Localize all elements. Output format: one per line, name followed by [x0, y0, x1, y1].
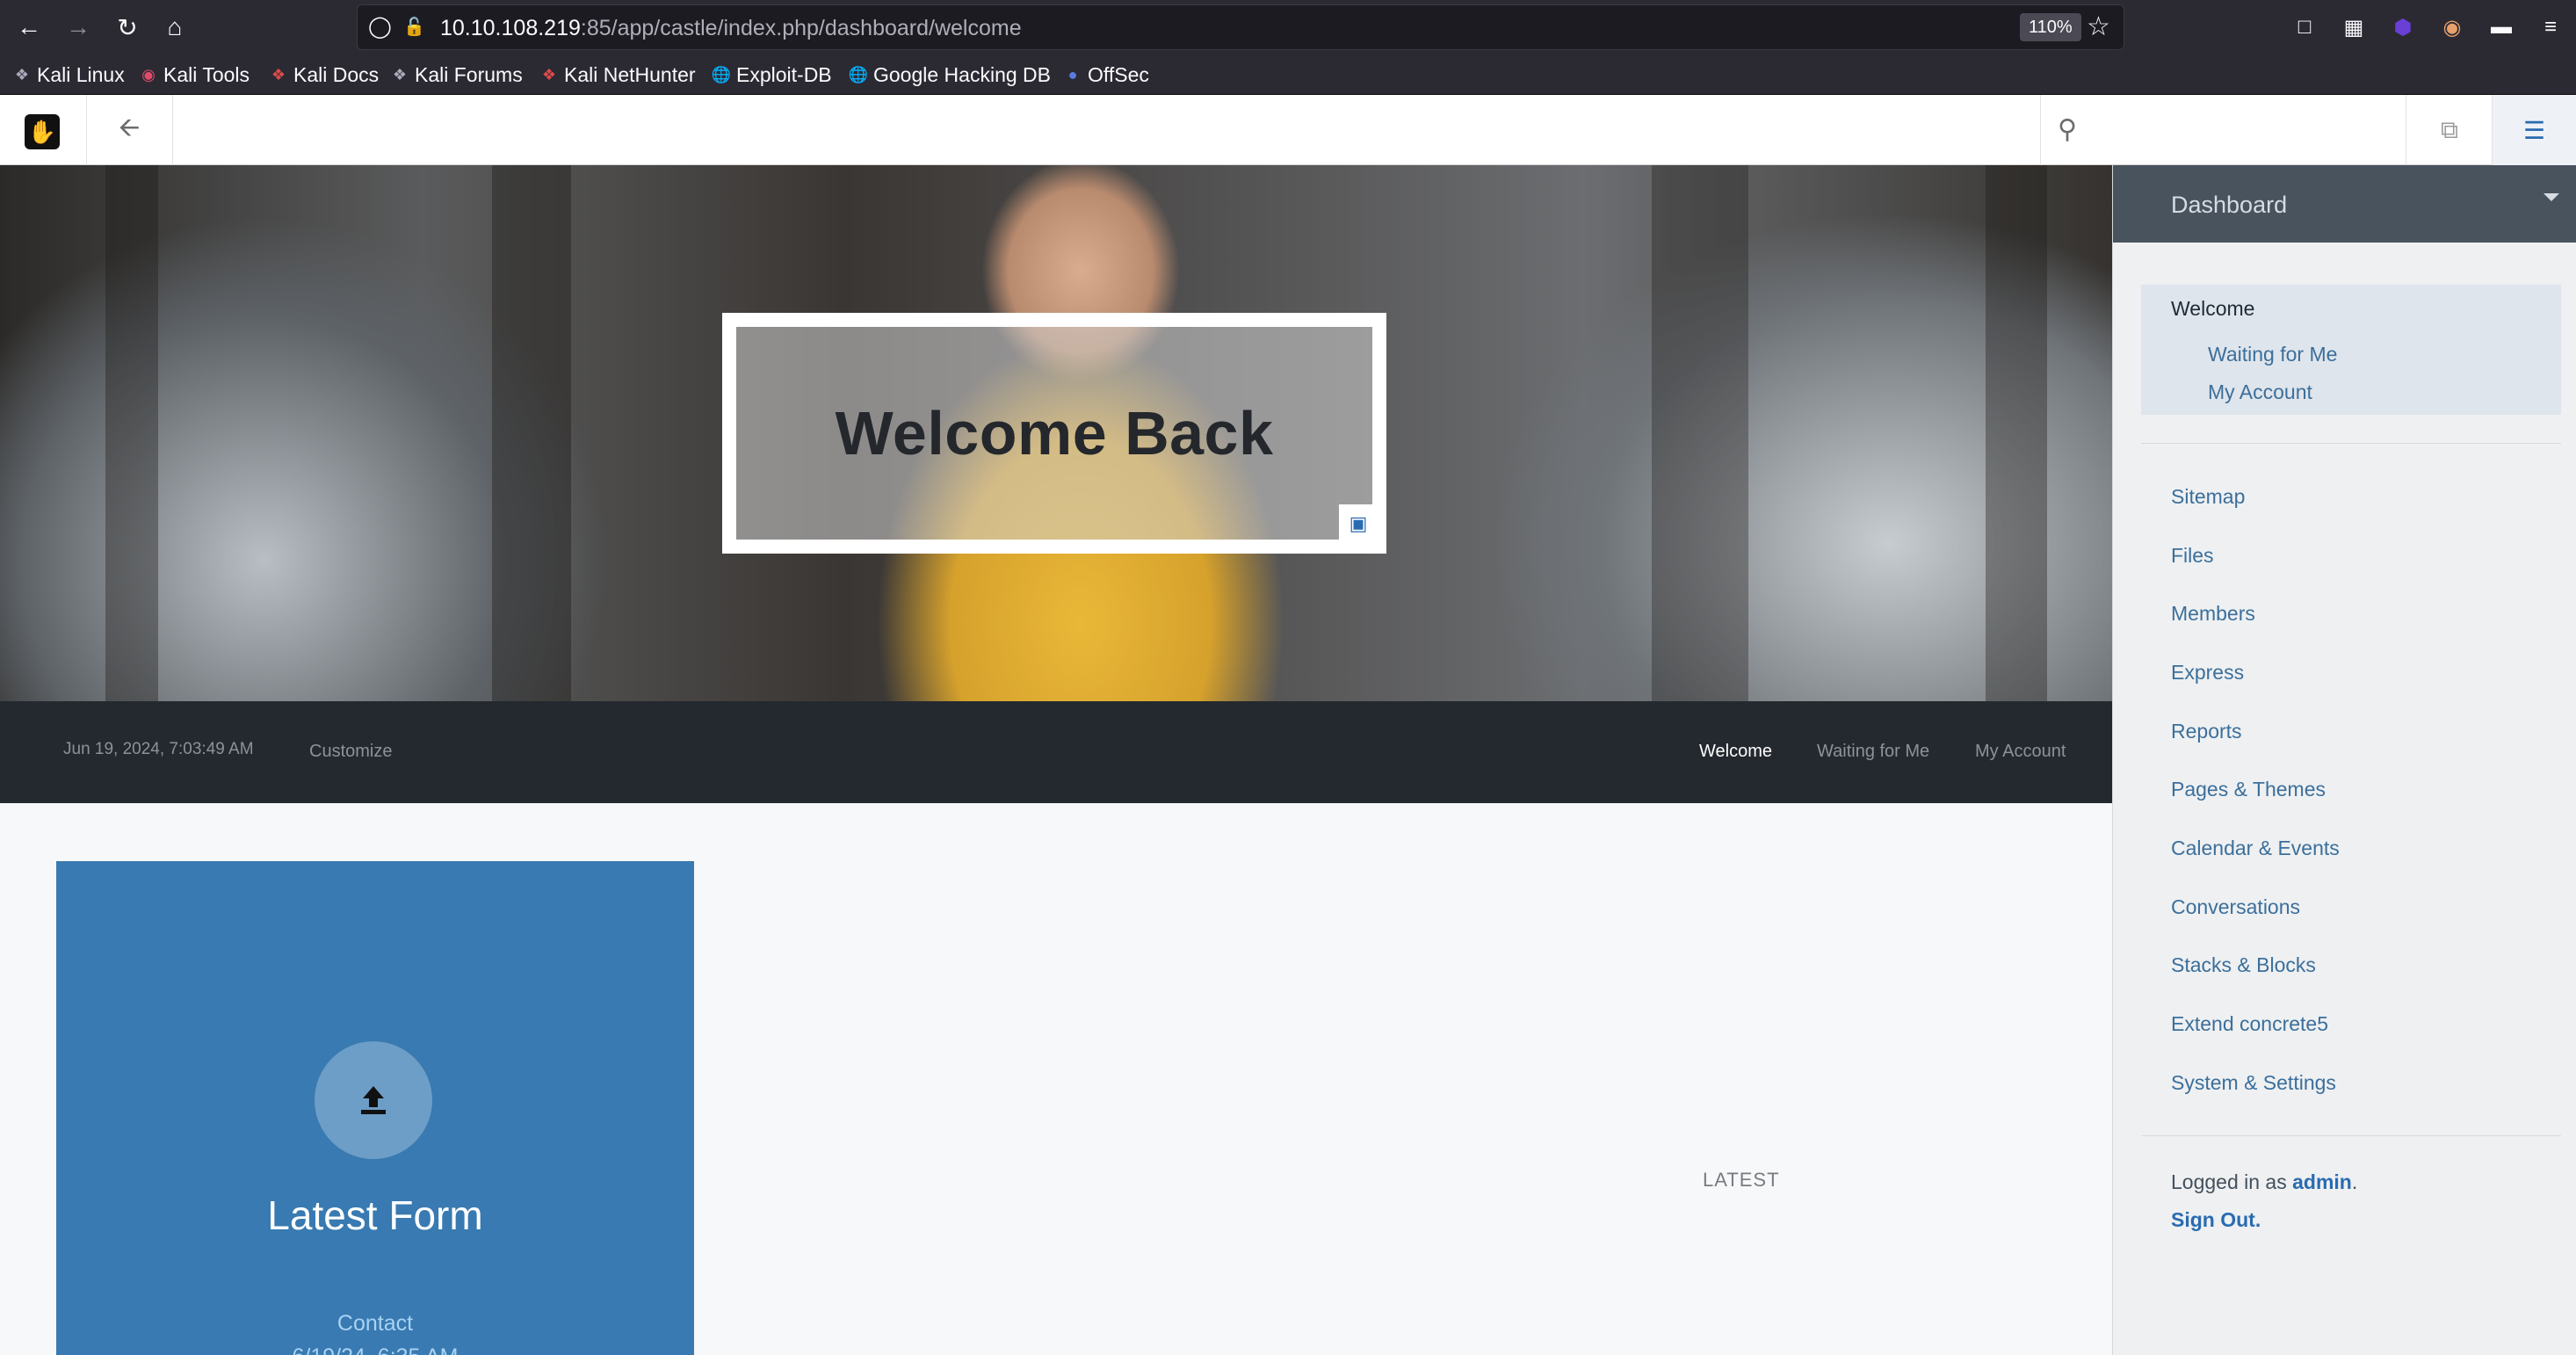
- dash-nav-waiting-for-me[interactable]: Waiting for Me: [1817, 742, 1929, 762]
- bookmark-label: OffSec: [1088, 62, 1149, 86]
- extensions-puzzle-icon[interactable]: ▦: [2339, 12, 2369, 42]
- bookmark-label: Kali Linux: [37, 62, 125, 86]
- home-icon[interactable]: ⌂: [155, 7, 195, 47]
- panel-title: Dashboard: [2171, 192, 2288, 218]
- menu-hamburger-icon[interactable]: ≡: [2536, 12, 2565, 42]
- bookmark-label: Kali NetHunter: [564, 62, 696, 86]
- kali-dragon-icon: ❖: [14, 65, 30, 83]
- latest-form-card[interactable]: Latest Form Contact 6/19/24, 6:35 AM: [56, 861, 694, 1355]
- dashboard-date: Jun 19, 2024, 7:03:49 AM: [63, 740, 254, 758]
- image-edit-icon[interactable]: ▣: [1339, 504, 1378, 543]
- panel-item-extend-concrete5[interactable]: Extend concrete5: [2171, 1012, 2328, 1036]
- dashboard-sliders-icon[interactable]: ☰: [2493, 95, 2576, 165]
- bookmark-kali-forums[interactable]: ❖ Kali Forums: [390, 62, 523, 88]
- kali-docs-icon: ❖: [271, 65, 286, 83]
- bookmark-kali-linux[interactable]: ❖ Kali Linux: [12, 62, 125, 88]
- extension-hexagon-icon[interactable]: ⬢: [2388, 12, 2418, 42]
- intelligent-search-icon[interactable]: ⧉: [2406, 95, 2493, 165]
- card-title: Latest Form: [267, 1192, 483, 1238]
- search-icon[interactable]: ⚲: [2058, 114, 2077, 145]
- bookmark-offsec[interactable]: ● OffSec: [1063, 62, 1149, 88]
- panel-subitem-waiting-for-me[interactable]: Waiting for Me: [2208, 343, 2337, 366]
- concrete5-logo-icon[interactable]: ✋: [25, 114, 60, 149]
- logged-in-text: Logged in as admin.: [2171, 1170, 2358, 1193]
- upload-icon: [315, 1041, 432, 1159]
- url-bar[interactable]: ◯ 🔓 10.10.108.219:85/app/castle/index.ph…: [357, 4, 2124, 50]
- page-info-icon[interactable]: 🔓: [403, 16, 425, 39]
- url-host: 10.10.108.219: [440, 16, 581, 40]
- dash-nav-my-account[interactable]: My Account: [1975, 742, 2066, 762]
- panel-item-pages-themes[interactable]: Pages & Themes: [2171, 778, 2326, 801]
- dash-nav-welcome[interactable]: Welcome: [1699, 742, 1772, 762]
- cms-toolbar: ✋ 🡨 ⚲ ⧉ ☰: [0, 95, 2576, 165]
- back-arrow-icon[interactable]: ←: [9, 7, 49, 47]
- hero-banner: Welcome Back ▣: [0, 165, 2112, 701]
- username-link[interactable]: admin: [2292, 1170, 2352, 1193]
- hero-tree-shape: [1652, 165, 1748, 701]
- bookmark-kali-docs[interactable]: ❖ Kali Docs: [269, 62, 379, 88]
- reload-icon[interactable]: ↻: [107, 7, 148, 47]
- panel-item-system-settings[interactable]: System & Settings: [2171, 1071, 2336, 1095]
- tracking-shield-icon[interactable]: ◯: [368, 16, 392, 39]
- dashboard-panel: Dashboard Welcome Waiting for Me My Acco…: [2112, 165, 2576, 1355]
- bookmark-kali-tools[interactable]: ◉ Kali Tools: [139, 62, 250, 88]
- panel-header[interactable]: Dashboard: [2113, 165, 2576, 243]
- panel-divider: [2141, 443, 2561, 444]
- kali-nethunter-icon: ❖: [541, 65, 557, 83]
- bookmark-label: Google Hacking DB: [873, 62, 1051, 86]
- hero-tree-shape: [492, 165, 571, 701]
- bookmarks-bar: ❖ Kali Linux ◉ Kali Tools ❖ Kali Docs ❖ Kali…: [0, 54, 2576, 95]
- hero-title: Welcome Back: [835, 399, 1274, 467]
- bookmark-star-icon[interactable]: ☆: [2087, 12, 2110, 42]
- dashboard-content: Latest Form Contact 6/19/24, 6:35 AM LAT…: [0, 803, 2112, 1355]
- panel-subitem-my-account[interactable]: My Account: [2208, 380, 2312, 404]
- hero-tree-shape: [1986, 165, 2047, 701]
- bookmark-label: Exploit-DB: [736, 62, 832, 86]
- toolbar-divider: [172, 95, 173, 165]
- zoom-level-badge[interactable]: 110%: [2020, 13, 2081, 41]
- logged-in-prefix: Logged in as: [2171, 1170, 2287, 1193]
- caret-down-icon[interactable]: [2543, 193, 2559, 201]
- bookmark-label: Kali Docs: [293, 62, 380, 86]
- panel-item-sitemap[interactable]: Sitemap: [2171, 485, 2245, 509]
- hero-title-box: Welcome Back: [722, 313, 1386, 554]
- panel-item-members[interactable]: Members: [2171, 602, 2255, 626]
- globe-icon: 🌐: [711, 65, 732, 83]
- panel-item-reports[interactable]: Reports: [2171, 720, 2242, 743]
- browser-toolbar: ← → ↻ ⌂ ◯ 🔓 10.10.108.219:85/app/castle/…: [0, 0, 2576, 54]
- kali-dragon-icon: ❖: [392, 65, 408, 83]
- latest-label: LATEST: [1703, 1169, 1780, 1191]
- panel-item-files[interactable]: Files: [2171, 544, 2214, 568]
- sign-out-link[interactable]: Sign Out.: [2171, 1208, 2261, 1232]
- card-form-name[interactable]: Contact: [56, 1311, 694, 1337]
- extension-fox-icon[interactable]: ◉: [2437, 12, 2467, 42]
- panel-item-stacks-blocks[interactable]: Stacks & Blocks: [2171, 953, 2316, 977]
- extension-hat-icon[interactable]: ▬: [2486, 12, 2516, 42]
- panel-item-calendar-events[interactable]: Calendar & Events: [2171, 837, 2340, 860]
- back-arrow-icon[interactable]: 🡨: [86, 95, 172, 165]
- panel-item-conversations[interactable]: Conversations: [2171, 895, 2300, 919]
- globe-icon: 🌐: [848, 65, 869, 83]
- bookmark-label: Kali Forums: [415, 62, 523, 86]
- panel-item-welcome[interactable]: Welcome: [2171, 297, 2254, 321]
- offsec-icon: ●: [1067, 65, 1078, 83]
- url-text[interactable]: 10.10.108.219:85/app/castle/index.php/da…: [440, 16, 1022, 40]
- panel-divider: [2141, 1135, 2561, 1136]
- dashboard-nav-bar: Jun 19, 2024, 7:03:49 AM Customize Welco…: [0, 701, 2112, 803]
- bookmark-exploit-db[interactable]: 🌐 Exploit-DB: [712, 62, 832, 88]
- toolbar-divider: [2040, 95, 2041, 165]
- bookmark-label: Kali Tools: [163, 62, 250, 86]
- bookmark-kali-nethunter[interactable]: ❖ Kali NetHunter: [539, 62, 696, 88]
- url-path: :85/app/castle/index.php/dashboard/welco…: [580, 16, 1022, 40]
- pocket-icon[interactable]: □: [2290, 12, 2319, 42]
- hero-tree-shape: [105, 165, 158, 701]
- customize-link[interactable]: Customize: [309, 742, 392, 762]
- panel-item-express[interactable]: Express: [2171, 661, 2244, 685]
- kali-tools-icon: ◉: [141, 65, 156, 83]
- forward-arrow-icon[interactable]: →: [58, 7, 98, 47]
- bookmark-google-hacking-db[interactable]: 🌐 Google Hacking DB: [849, 62, 1051, 88]
- card-date: 6/19/24, 6:35 AM: [56, 1344, 694, 1355]
